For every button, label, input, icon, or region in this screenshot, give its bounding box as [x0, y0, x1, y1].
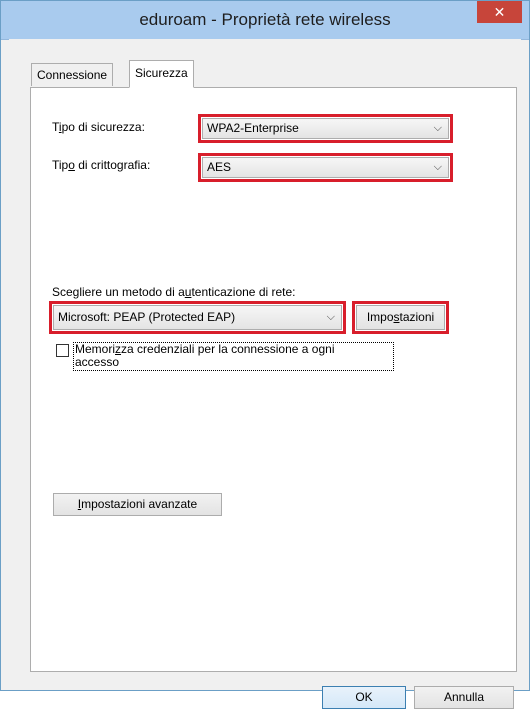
dialog-client: Connessione Sicurezza Tipo di sicurezza:… — [9, 39, 521, 709]
close-button[interactable]: ✕ — [477, 1, 522, 23]
encryption-type-select[interactable]: AES ⌵ — [202, 157, 449, 178]
tab-sicurezza[interactable]: Sicurezza — [129, 60, 194, 88]
security-tab-panel: Tipo di sicurezza: WPA2-Enterprise ⌵ Tip… — [30, 87, 517, 672]
tab-connessione[interactable]: Connessione — [31, 63, 114, 86]
close-icon: ✕ — [493, 4, 506, 20]
remember-credentials-label[interactable]: Memorizza credenziali per la connessione… — [75, 343, 334, 369]
chevron-down-icon: ⌵ — [433, 161, 442, 173]
security-type-select[interactable]: WPA2-Enterprise ⌵ — [202, 118, 449, 139]
encryption-type-label: Tipo di crittografia: — [52, 158, 151, 172]
cancel-button[interactable]: Annulla — [414, 686, 514, 709]
window-title: eduroam - Proprietà rete wireless — [139, 10, 391, 29]
chevron-down-icon: ⌵ — [326, 311, 335, 323]
auth-method-value: Microsoft: PEAP (Protected EAP) — [58, 310, 236, 324]
security-type-value: WPA2-Enterprise — [207, 121, 299, 135]
security-type-label: Tipo di sicurezza: — [52, 120, 145, 134]
settings-button[interactable]: Impostazioni — [356, 305, 445, 330]
properties-dialog: eduroam - Proprietà rete wireless ✕ Conn… — [0, 0, 530, 709]
advanced-settings-button[interactable]: Impostazioni avanzate — [53, 493, 222, 516]
title-bar[interactable]: eduroam - Proprietà rete wireless ✕ — [1, 1, 529, 40]
auth-method-select[interactable]: Microsoft: PEAP (Protected EAP) ⌵ — [53, 305, 342, 330]
auth-method-label: Scegliere un metodo di autenticazione di… — [52, 285, 296, 299]
chevron-down-icon: ⌵ — [433, 122, 442, 134]
remember-credentials-checkbox[interactable] — [56, 344, 69, 357]
encryption-type-value: AES — [207, 160, 232, 174]
ok-button[interactable]: OK — [322, 686, 406, 709]
